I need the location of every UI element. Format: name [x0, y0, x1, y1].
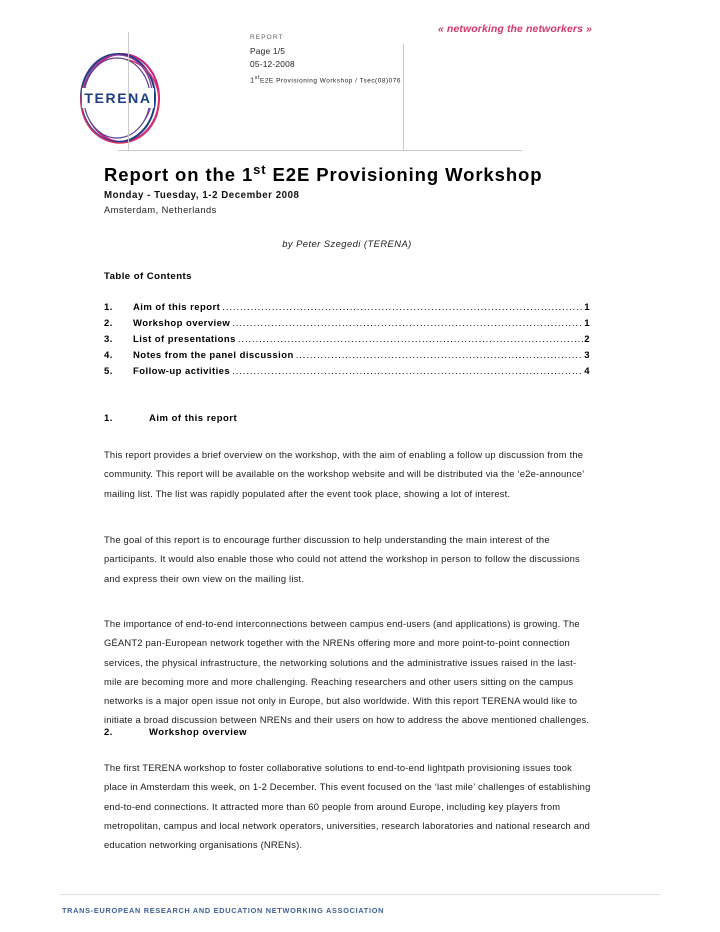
reference-rest: E2E Provisioning Workshop / Tsec(08)076 [260, 77, 401, 85]
toc-entry[interactable]: 4. Notes from the panel discussion.......… [104, 348, 590, 364]
toc-entry-label: Notes from the panel discussion [133, 350, 294, 361]
toc-entry[interactable]: 2. Workshop overview.....................… [104, 316, 590, 332]
body-paragraph: The first TERENA workshop to foster coll… [104, 762, 591, 851]
page-title-rest: E2E Provisioning Workshop [266, 164, 543, 186]
toc-dot-leader: ........................................… [295, 350, 584, 361]
toc-entry-number: 4. [104, 350, 113, 361]
toc-entry-page: 2 [584, 334, 590, 345]
document-date: 05-12-2008 [250, 59, 295, 69]
section-heading: 1. Aim of this report [104, 413, 237, 424]
section-title: Aim of this report [149, 413, 238, 424]
page-title-prefix: Report on the 1 [104, 164, 254, 186]
toc-entry-number: 5. [104, 366, 113, 377]
toc-dot-leader: ........................................… [222, 302, 584, 313]
toc-dot-leader: ........................................… [232, 318, 583, 329]
toc-entry-label: List of presentations [133, 334, 236, 345]
toc-entry[interactable]: 1. Aim of this report....................… [104, 300, 590, 316]
body-paragraph: The importance of end-to-end interconnec… [104, 618, 590, 726]
section-title: Workshop overview [149, 727, 248, 738]
toc-dot-leader: ........................................… [237, 334, 583, 345]
document-header: « networking the networkers » TERENA REP… [0, 0, 720, 155]
toc-entry-label: Workshop overview [133, 318, 231, 329]
toc-dot-leader: ........................................… [232, 366, 583, 377]
toc-entry[interactable]: 3. List of presentations.................… [104, 332, 590, 348]
section-heading: 2. Workshop overview [104, 727, 247, 738]
toc-entry-page: 1 [584, 302, 590, 313]
page-number-label: Page 1/5 [250, 46, 286, 56]
toc-entry-number: 3. [104, 334, 113, 345]
toc-entry-number: 2. [104, 318, 113, 329]
page-title-ordinal: st [253, 162, 267, 177]
author-byline: by Peter Szegedi (TERENA) [282, 238, 412, 249]
section-number: 2. [104, 727, 113, 738]
toc-entry-page: 4 [584, 366, 590, 377]
header-metadata: REPORT Page 1/5 05-12-2008 1stE2E Provis… [250, 34, 550, 88]
toc-entry-label: Follow-up activities [133, 366, 231, 377]
toc-entry-page: 3 [584, 350, 590, 361]
document-reference: 1stE2E Provisioning Workshop / Tsec(08)0… [250, 72, 550, 88]
event-dates: Monday - Tuesday, 1-2 December 2008 [104, 190, 300, 201]
document-page: « networking the networkers » TERENA REP… [0, 0, 720, 932]
section-number: 1. [104, 413, 113, 424]
document-type-label: REPORT [250, 34, 284, 41]
toc-entry-number: 1. [104, 302, 113, 313]
table-of-contents: 1. Aim of this report....................… [104, 300, 590, 380]
toc-entry-page: 1 [584, 318, 590, 329]
toc-entry-label: Aim of this report [133, 302, 221, 313]
toc-heading: Table of Contents [104, 271, 192, 282]
footer-divider [60, 894, 660, 895]
body-paragraph: This report provides a brief overview on… [104, 449, 585, 499]
toc-entry[interactable]: 5. Follow-up activities..................… [104, 364, 590, 380]
page-title: Report on the 1st E2E Provisioning Works… [104, 162, 542, 186]
header-vertical-divider [128, 32, 129, 150]
event-location: Amsterdam, Netherlands [104, 205, 217, 215]
footer-organisation-name: TRANS-EUROPEAN RESEARCH AND EDUCATION NE… [62, 906, 385, 915]
body-paragraph: The goal of this report is to encourage … [104, 534, 580, 584]
